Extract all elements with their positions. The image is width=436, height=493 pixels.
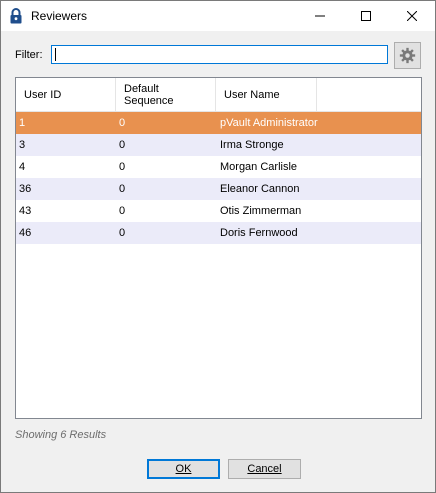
results-count: Showing 6 Results xyxy=(15,429,107,441)
cell-user-name: Eleanor Cannon xyxy=(220,183,300,195)
cell-user-id: 46 xyxy=(19,227,32,239)
maximize-button[interactable] xyxy=(343,1,389,31)
gear-icon xyxy=(399,47,416,64)
cell-user-name: Morgan Carlisle xyxy=(220,161,298,173)
table-row[interactable]: 4 0 Morgan Carlisle xyxy=(16,156,421,178)
ok-button[interactable]: OK xyxy=(147,459,220,479)
cell-sequence: 0 xyxy=(119,161,126,173)
maximize-icon xyxy=(361,11,371,21)
cancel-button[interactable]: Cancel xyxy=(228,459,301,479)
filter-input[interactable] xyxy=(51,45,388,64)
table-row[interactable]: 1 0 pVault Administrator xyxy=(16,112,421,134)
close-icon xyxy=(407,11,417,21)
column-header-user-id[interactable]: User ID xyxy=(16,78,116,111)
table-row[interactable]: 3 0 Irma Stronge xyxy=(16,134,421,156)
text-caret xyxy=(55,48,56,61)
cell-sequence: 0 xyxy=(119,139,126,151)
reviewers-grid[interactable]: User ID Default Sequence User Name 1 0 p… xyxy=(15,77,422,419)
cell-user-id: 3 xyxy=(19,139,26,151)
filter-settings-button[interactable] xyxy=(394,42,421,69)
ok-button-label: OK xyxy=(175,463,192,475)
minimize-button[interactable] xyxy=(297,1,343,31)
grid-header: User ID Default Sequence User Name xyxy=(16,78,421,112)
close-button[interactable] xyxy=(389,1,435,31)
table-row[interactable]: 36 0 Eleanor Cannon xyxy=(16,178,421,200)
cell-user-name: Irma Stronge xyxy=(220,139,284,151)
table-row[interactable]: 43 0 Otis Zimmerman xyxy=(16,200,421,222)
cell-sequence: 0 xyxy=(119,117,126,129)
column-header-default-sequence-label: Default Sequence xyxy=(124,82,174,107)
cell-user-id: 4 xyxy=(19,161,26,173)
column-header-default-sequence[interactable]: Default Sequence xyxy=(116,78,216,111)
title-bar[interactable]: Reviewers xyxy=(1,1,435,31)
cell-sequence: 0 xyxy=(119,205,126,217)
table-row[interactable]: 46 0 Doris Fernwood xyxy=(16,222,421,244)
lock-icon xyxy=(9,8,23,24)
cell-sequence: 0 xyxy=(119,227,126,239)
reviewers-dialog: Reviewers Filter: User ID Default Sequen… xyxy=(0,0,436,493)
cell-user-name: pVault Administrator xyxy=(220,117,318,129)
cell-user-id: 1 xyxy=(19,117,26,129)
filter-label: Filter: xyxy=(15,49,43,61)
cell-user-id: 36 xyxy=(19,183,32,195)
cell-user-name: Doris Fernwood xyxy=(220,227,298,239)
cancel-button-label: Cancel xyxy=(247,463,282,475)
cell-sequence: 0 xyxy=(119,183,126,195)
minimize-icon xyxy=(315,15,325,17)
window-title: Reviewers xyxy=(31,9,88,23)
column-header-user-name[interactable]: User Name xyxy=(216,78,317,111)
cell-user-name: Otis Zimmerman xyxy=(220,205,302,217)
cell-user-id: 43 xyxy=(19,205,32,217)
